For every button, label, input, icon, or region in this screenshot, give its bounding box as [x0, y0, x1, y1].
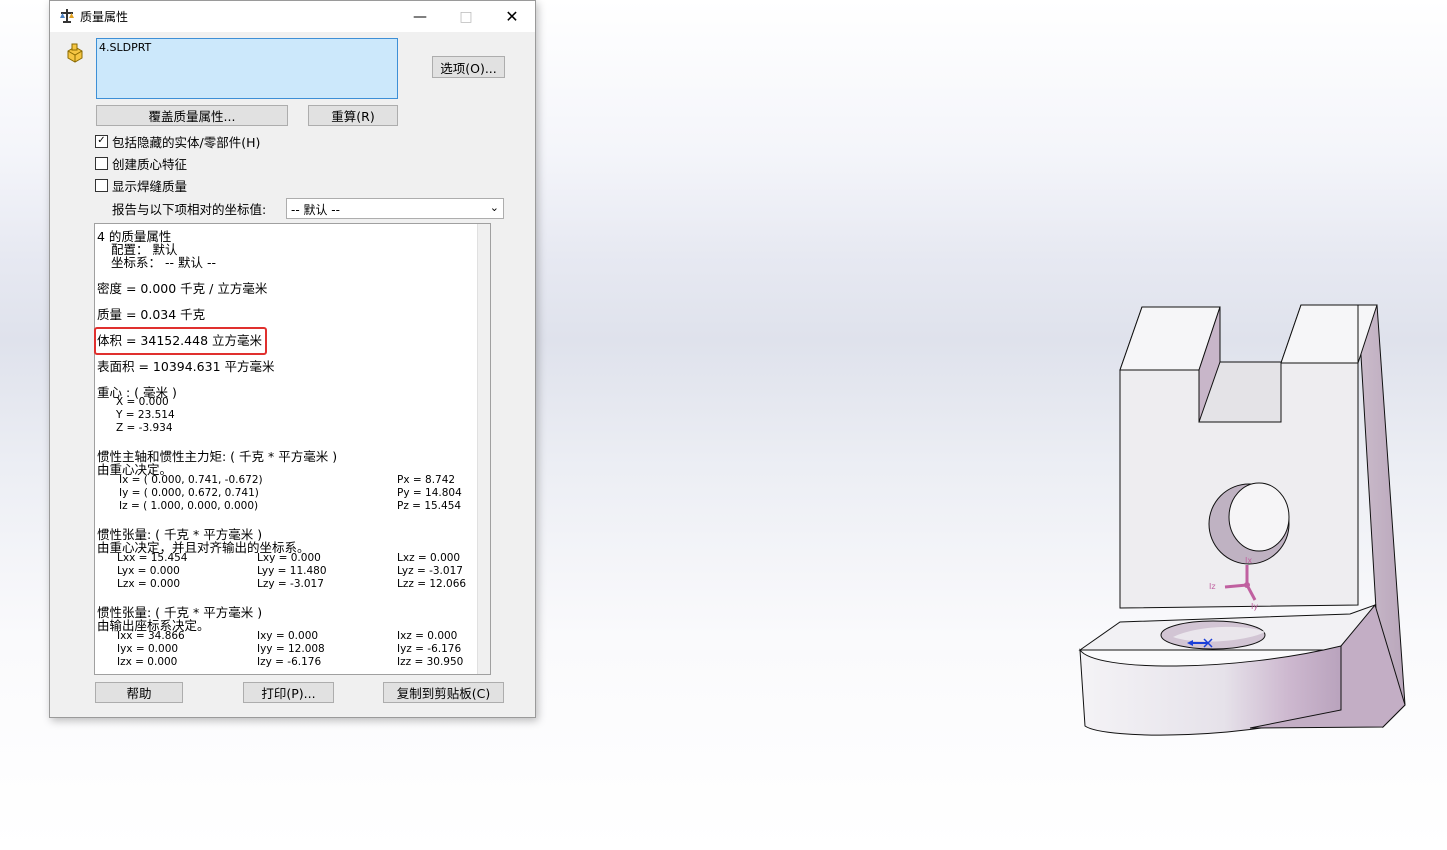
window-title: 质量属性 — [80, 10, 129, 24]
show-weld-checkbox[interactable] — [95, 178, 108, 192]
override-mass-properties-button[interactable]: 覆盖质量属性... — [96, 105, 288, 126]
3d-part-model[interactable]: Ix Iz Iy — [1075, 300, 1410, 740]
mass-properties-icon — [60, 9, 74, 23]
close-icon: ✕ — [505, 7, 519, 26]
tensor-output-value: Iyx = 0.000 — [117, 643, 179, 655]
include-hidden-option[interactable]: ✓ 包括隐藏的实体/零部件(H) — [95, 133, 261, 150]
create-com-label: 创建质心特征 — [112, 156, 188, 172]
volume-highlight-box — [94, 327, 267, 355]
minimize-button[interactable]: — — [397, 1, 443, 32]
print-button[interactable]: 打印(P)... — [243, 682, 334, 703]
tensor-output-value: Ixx = 34.866 — [117, 630, 185, 642]
com-z: Z = -3.934 — [116, 422, 173, 434]
moment-px: Px = 8.742 — [397, 474, 456, 486]
copy-to-clipboard-button[interactable]: 复制到剪贴板(C) — [383, 682, 504, 703]
results-coordsys: 坐标系： -- 默认 -- — [111, 255, 216, 270]
tensor-output-value: Iyz = -6.176 — [397, 643, 462, 655]
include-hidden-label: 包括隐藏的实体/零部件(H) — [112, 134, 261, 150]
moment-pz: Pz = 15.454 — [397, 500, 462, 512]
results-scrollbar[interactable] — [477, 224, 490, 674]
moment-py: Py = 14.804 — [397, 487, 462, 499]
show-weld-label: 显示焊缝质量 — [112, 178, 188, 194]
triad-label: Iy — [1251, 602, 1258, 611]
chevron-down-icon: ⌄ — [489, 201, 499, 214]
tensor-output-value: Iyy = 12.008 — [257, 643, 325, 655]
tensor-output-value: Izx = 0.000 — [117, 656, 178, 668]
com-x: X = 0.000 — [116, 396, 169, 408]
coordinate-select[interactable]: -- 默认 -- ⌄ — [286, 198, 504, 219]
tensor-com-value: Lxy = 0.000 — [257, 552, 321, 564]
show-weld-option[interactable]: 显示焊缝质量 — [95, 177, 188, 194]
density-line: 密度 = 0.000 千克 / 立方毫米 — [97, 281, 268, 296]
tensor-com-value: Lxx = 15.454 — [117, 552, 188, 564]
principal-iy: Iy = ( 0.000, 0.672, 0.741) — [119, 487, 259, 499]
mass-line: 质量 = 0.034 千克 — [97, 307, 206, 322]
tensor-output-value: Izz = 30.950 — [397, 656, 464, 668]
surface-area-line: 表面积 = 10394.631 平方毫米 — [97, 359, 275, 374]
tensor-output-value: Ixz = 0.000 — [397, 630, 458, 642]
tensor-com-value: Lzy = -3.017 — [257, 578, 324, 590]
tensor-com-value: Lxz = 0.000 — [397, 552, 461, 564]
coordinate-label: 报告与以下项相对的坐标值: — [112, 202, 267, 217]
selected-item[interactable]: 4.SLDPRT — [99, 41, 151, 54]
minimize-icon: — — [413, 8, 427, 25]
tensor-com-value: Lyz = -3.017 — [397, 565, 463, 577]
recalculate-button[interactable]: 重算(R) — [308, 105, 398, 126]
include-hidden-checkbox[interactable]: ✓ — [95, 134, 108, 148]
options-button[interactable]: 选项(O)... — [432, 56, 505, 78]
maximize-button[interactable]: □ — [443, 1, 489, 32]
results-text-area[interactable]: 4 的质量属性 配置： 默认 坐标系： -- 默认 -- 密度 = 0.000 … — [94, 223, 491, 675]
tensor-com-value: Lzx = 0.000 — [117, 578, 181, 590]
triad-label: Ix — [1245, 556, 1252, 565]
triad-label: Iz — [1209, 582, 1216, 591]
title-bar[interactable]: 质量属性 — □ ✕ — [50, 1, 535, 32]
create-com-checkbox[interactable] — [95, 156, 108, 170]
principal-ix: Ix = ( 0.000, 0.741, -0.672) — [119, 474, 263, 486]
principal-iz: Iz = ( 1.000, 0.000, 0.000) — [119, 500, 259, 512]
tensor-com-value: Lyy = 11.480 — [257, 565, 327, 577]
part-icon — [67, 43, 83, 63]
create-com-option[interactable]: 创建质心特征 — [95, 155, 188, 172]
tensor-com-value: Lyx = 0.000 — [117, 565, 180, 577]
help-button[interactable]: 帮助 — [95, 682, 183, 703]
com-y: Y = 23.514 — [116, 409, 175, 421]
tensor-com-value: Lzz = 12.066 — [397, 578, 467, 590]
close-button[interactable]: ✕ — [489, 1, 535, 32]
mass-properties-dialog: 质量属性 — □ ✕ 4.SLDPRT 选项(O)... 覆盖质量属性... 重… — [49, 0, 536, 718]
tensor-output-value: Izy = -6.176 — [257, 656, 322, 668]
maximize-icon: □ — [459, 8, 473, 25]
tensor-output-value: Ixy = 0.000 — [257, 630, 319, 642]
coordinate-value: -- 默认 -- — [291, 203, 340, 217]
selected-items-list[interactable]: 4.SLDPRT — [96, 38, 398, 99]
